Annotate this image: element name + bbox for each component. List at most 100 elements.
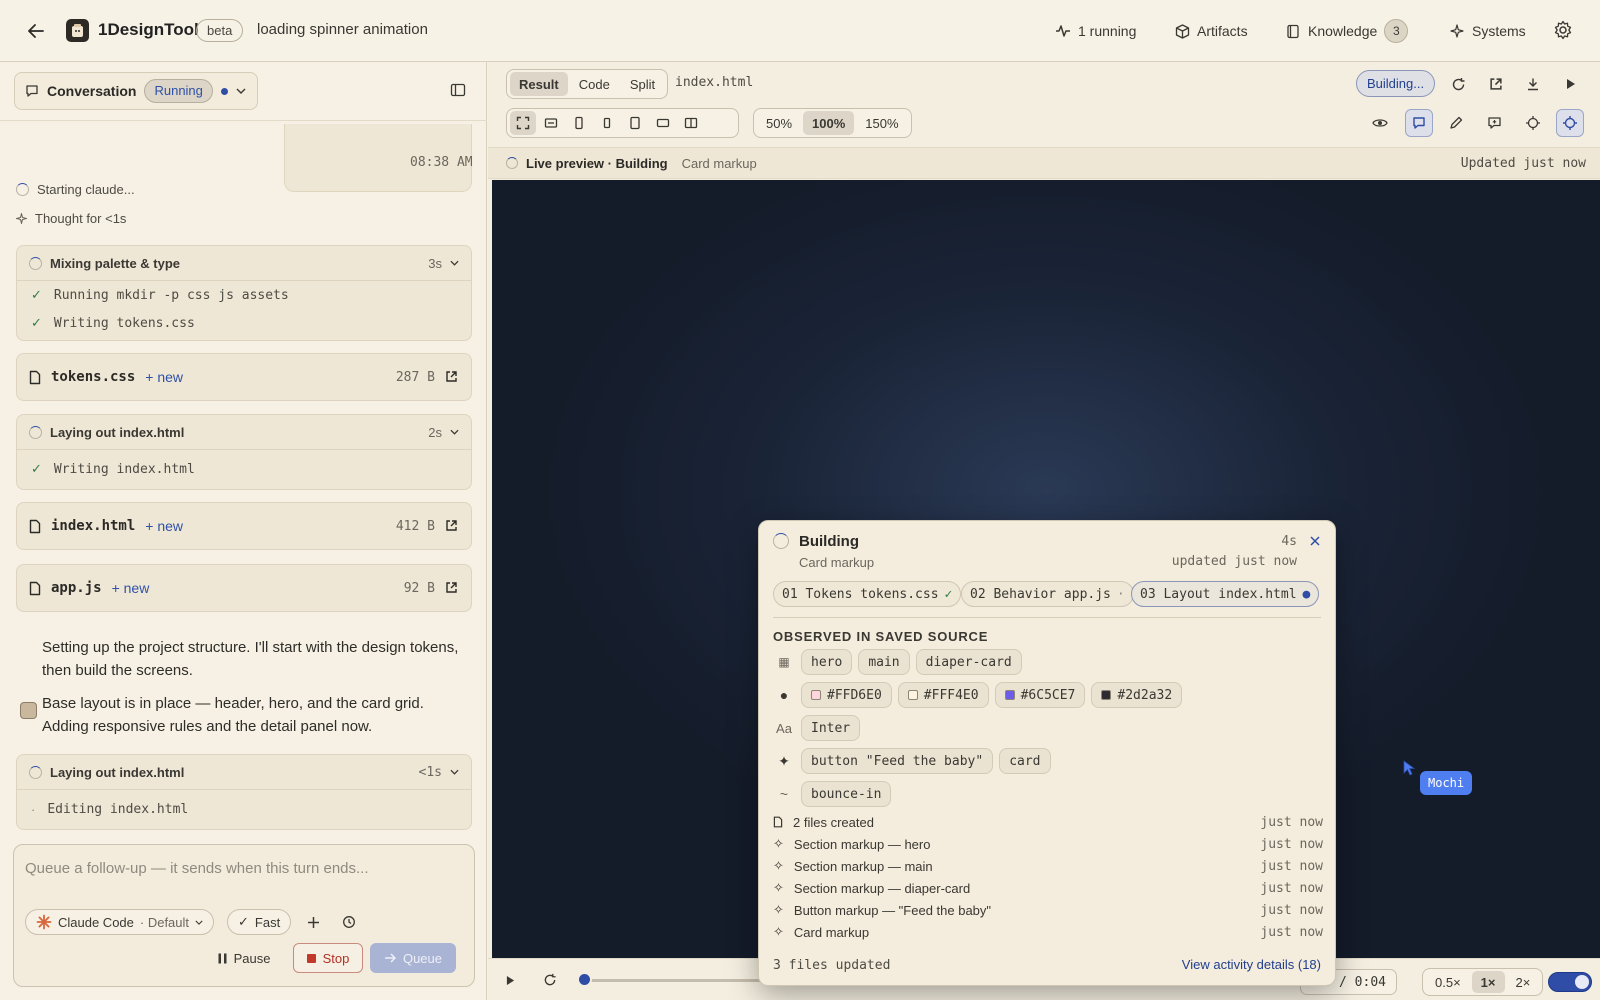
phase-layout[interactable]: 03 Layout index.html ● xyxy=(1131,581,1320,607)
spinner-icon xyxy=(29,425,42,439)
phase-tokens[interactable]: 01 Tokens tokens.css ✓ xyxy=(773,581,962,607)
file-icon xyxy=(29,370,41,385)
running-indicator[interactable]: 1 running xyxy=(1055,18,1136,44)
gear-icon[interactable] xyxy=(1553,20,1575,42)
pause-icon xyxy=(218,953,227,964)
files-updated-summary: 3 files updated xyxy=(773,958,891,973)
task-step: ✓ Writing tokens.css xyxy=(17,309,471,337)
view-activity-details-link[interactable]: View activity details (18) xyxy=(1182,957,1321,972)
task-card-palette: Mixing palette & type 3s ✓ Running mkdir … xyxy=(16,245,472,341)
tablet-landscape-icon[interactable] xyxy=(650,111,676,135)
task-header[interactable]: Laying out index.html 2s xyxy=(17,415,471,449)
file-size: 92 B xyxy=(403,580,435,596)
popover-updated: updated just now xyxy=(1171,554,1297,569)
open-external-icon[interactable] xyxy=(1484,72,1508,96)
spinner-icon xyxy=(29,256,42,270)
color-hex: #6C5CE7 xyxy=(1020,687,1076,703)
sparkle-icon xyxy=(16,213,27,224)
play-icon[interactable] xyxy=(498,968,522,992)
sidebar-toggle-icon[interactable] xyxy=(450,82,466,98)
live-updated: Updated just now xyxy=(1460,156,1586,171)
phone-small-icon[interactable] xyxy=(594,111,620,135)
zoom-50[interactable]: 50% xyxy=(757,111,801,135)
open-external-icon[interactable] xyxy=(445,370,459,384)
color-swatch xyxy=(1004,690,1015,700)
model-selector[interactable]: Claude Code · Default xyxy=(25,909,215,935)
file-size: 412 B xyxy=(395,518,435,534)
compare-icon[interactable] xyxy=(678,111,704,135)
pause-button[interactable]: Pause xyxy=(210,943,278,973)
divider xyxy=(773,617,1321,618)
color-swatch xyxy=(907,690,918,700)
stop-button[interactable]: Stop xyxy=(293,943,363,973)
zoom-100[interactable]: 100% xyxy=(803,111,855,135)
target-icon[interactable] xyxy=(1521,111,1545,135)
knowledge-nav[interactable]: Knowledge 3 xyxy=(1285,18,1409,44)
inspect-mode-icon[interactable] xyxy=(1556,109,1584,137)
model-mode: · Default xyxy=(139,914,190,930)
queue-label: Queue xyxy=(402,950,443,966)
chevron-down-icon xyxy=(195,920,203,925)
loop-toggle[interactable] xyxy=(1548,972,1592,992)
phone-icon[interactable] xyxy=(566,111,592,135)
add-icon[interactable] xyxy=(302,911,324,933)
task-header[interactable]: Laying out index.html <1s xyxy=(17,755,471,789)
open-external-icon[interactable] xyxy=(445,581,459,595)
fit-screen-icon[interactable] xyxy=(510,111,536,135)
file-card-index[interactable]: index.html + new 412 B xyxy=(16,502,472,550)
download-icon[interactable] xyxy=(1521,72,1545,96)
file-card-tokens[interactable]: tokens.css + new 287 B xyxy=(16,353,472,401)
component-tag: button "Feed the baby" xyxy=(801,748,994,774)
back-arrow-icon[interactable] xyxy=(24,20,48,42)
tablet-icon[interactable] xyxy=(622,111,648,135)
activity-item: ✧ Button markup — "Feed the baby" just now xyxy=(773,899,1323,921)
tab-split[interactable]: Split xyxy=(621,72,664,96)
fast-toggle[interactable]: ✓ Fast xyxy=(227,909,292,935)
close-icon[interactable] xyxy=(1309,535,1325,551)
palette-icon: ● xyxy=(779,687,789,703)
speed-2x[interactable]: 2× xyxy=(1507,971,1540,993)
color-tag: #FFF4E0 xyxy=(897,682,989,708)
comment-mode-icon[interactable] xyxy=(1405,109,1433,137)
spinner-icon xyxy=(29,765,42,779)
chevron-down-icon xyxy=(450,260,459,266)
file-card-app[interactable]: app.js + new 92 B xyxy=(16,564,472,612)
task-title: Laying out index.html xyxy=(50,764,185,780)
building-status-button[interactable]: Building... xyxy=(1356,70,1436,97)
file-name: tokens.css xyxy=(51,369,136,385)
restart-icon[interactable] xyxy=(538,968,562,992)
fit-width-icon[interactable] xyxy=(538,111,564,135)
starting-label: Starting claude... xyxy=(37,182,135,197)
follow-up-input[interactable] xyxy=(25,855,465,881)
activity-item: 2 files created just now xyxy=(773,811,1323,833)
task-header[interactable]: Mixing palette & type 3s xyxy=(17,246,471,280)
activity-icon xyxy=(1055,23,1071,39)
play-icon[interactable] xyxy=(1559,72,1583,96)
timeline-thumb[interactable] xyxy=(577,972,592,987)
artifacts-nav[interactable]: Artifacts xyxy=(1174,18,1248,44)
systems-nav[interactable]: Systems xyxy=(1449,18,1526,44)
tab-result[interactable]: Result xyxy=(510,72,568,96)
phase-behavior[interactable]: 02 Behavior app.js · xyxy=(961,581,1134,607)
open-external-icon[interactable] xyxy=(445,519,459,533)
annotate-icon[interactable] xyxy=(1482,111,1506,135)
timeline-track[interactable] xyxy=(588,979,773,982)
activity-item: ✧ Section markup — main just now xyxy=(773,855,1323,877)
tab-code[interactable]: Code xyxy=(570,72,619,96)
refresh-icon[interactable] xyxy=(1446,72,1470,96)
history-icon[interactable] xyxy=(338,911,360,933)
component-tag: card xyxy=(999,748,1051,774)
artifacts-label: Artifacts xyxy=(1197,23,1248,39)
conversation-selector[interactable]: Conversation Running xyxy=(14,72,258,110)
project-title: loading spinner animation xyxy=(257,21,428,38)
zoom-150[interactable]: 150% xyxy=(856,111,907,135)
observed-fonts: Aa Inter xyxy=(773,714,861,742)
queue-button[interactable]: Queue xyxy=(370,943,456,973)
pause-label: Pause xyxy=(233,950,271,966)
starting-status: Starting claude... xyxy=(16,182,135,197)
eye-icon[interactable] xyxy=(1368,111,1392,135)
speed-half[interactable]: 0.5× xyxy=(1426,971,1470,993)
pencil-icon[interactable] xyxy=(1444,111,1468,135)
arrow-right-icon xyxy=(384,953,396,963)
speed-1x[interactable]: 1× xyxy=(1471,971,1505,993)
